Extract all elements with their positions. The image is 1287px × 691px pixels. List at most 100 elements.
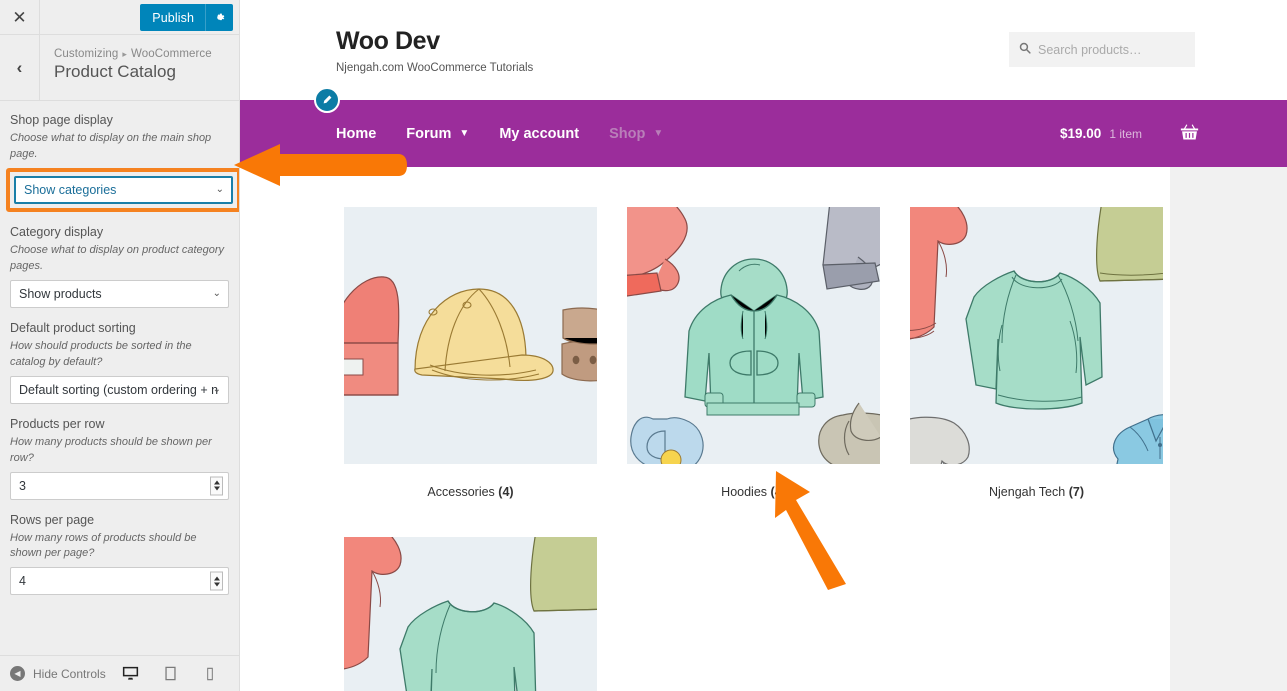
tablet-preview-icon[interactable] (157, 661, 183, 687)
products-per-row-input[interactable]: 3 (10, 471, 229, 500)
shop-content-area: Accessories (4) Hoodies (4) Njengah Tech… (240, 167, 1170, 691)
search-icon (1019, 42, 1031, 57)
rows-per-page-input[interactable]: 4 (10, 567, 229, 596)
site-preview-frame: Woo Dev Njengah.com WooCommerce Tutorial… (240, 0, 1287, 691)
page-title: Product Catalog (54, 62, 176, 81)
chevron-down-icon: ▼ (653, 128, 664, 139)
control-products-per-row: Products per row How many products shoul… (10, 417, 229, 500)
back-chevron-icon[interactable]: ‹ (0, 35, 40, 100)
hide-controls-label: Hide Controls (33, 666, 106, 681)
number-value: 4 (19, 574, 26, 589)
site-header: Woo Dev Njengah.com WooCommerce Tutorial… (240, 0, 1287, 100)
default-product-sorting-select[interactable]: Default sorting (custom ordering + n ⌄ (10, 375, 229, 404)
breadcrumb-root: Customizing (54, 48, 119, 60)
customizer-panel-header: ‹ Customizing ▸ WooCommerce Product Catalo… (0, 35, 239, 101)
category-card-accessories[interactable]: Accessories (4) (344, 207, 597, 499)
control-description: How many products should be shown per ro… (10, 435, 212, 464)
cart-item-count: 1 item (1109, 127, 1142, 141)
chevron-down-icon: ⌄ (212, 287, 221, 299)
category-count: (4) (498, 485, 514, 499)
rows-per-page-stepper[interactable] (210, 571, 223, 591)
primary-navigation-bar: Home Forum ▼ My account Shop ▼ $19.00 1 … (240, 87, 1287, 167)
breadcrumb-separator-icon: ▸ (122, 49, 127, 59)
site-branding: Woo Dev Njengah.com WooCommerce Tutorial… (240, 0, 533, 74)
close-icon[interactable]: ✕ (0, 0, 40, 34)
control-label: Default product sorting (10, 320, 136, 335)
category-name: Hoodies (721, 485, 768, 499)
nav-item-label: Home (336, 125, 377, 142)
control-label: Shop page display (10, 113, 113, 127)
gear-icon[interactable] (205, 4, 233, 31)
hoodies-illustration (627, 207, 880, 464)
nav-item-my-account[interactable]: My account (499, 126, 579, 142)
control-label: Category display (10, 224, 104, 239)
select-value: Show categories (24, 182, 117, 197)
nav-menu: Home Forum ▼ My account Shop ▼ (240, 126, 663, 142)
hats-and-belts-illustration (344, 207, 597, 464)
collapse-arrow-icon: ◀ (10, 666, 25, 681)
customizer-controls: Shop page display Choose what to display… (0, 101, 239, 655)
chevron-down-icon: ⌄ (212, 383, 221, 395)
customizer-topbar: ✕ Publish (0, 0, 239, 35)
category-display-select[interactable]: Show products ⌄ (10, 279, 229, 308)
site-tagline: Njengah.com WooCommerce Tutorials (336, 62, 534, 74)
nav-item-home[interactable]: Home (336, 126, 376, 142)
device-preview-switcher (117, 661, 229, 691)
desktop-preview-icon[interactable] (117, 661, 143, 691)
control-description: How should products be sorted in the cat… (10, 339, 192, 368)
category-card-hoodies[interactable]: Hoodies (4) (627, 207, 880, 499)
customizer-sidebar: ✕ Publish ‹ Customizing ▸ WooCommerce Prod… (0, 0, 240, 691)
breadcrumb-section: WooCommerce (131, 48, 212, 60)
search-input-placeholder: Search products… (1038, 42, 1142, 57)
cart-amount: $19.00 (1060, 126, 1102, 141)
category-count: (7) (1068, 485, 1084, 499)
mobile-preview-icon[interactable] (197, 661, 223, 687)
select-value: Default sorting (custom ordering + n (19, 382, 219, 397)
control-label: Products per row (10, 416, 105, 431)
category-count: (4) (770, 485, 786, 499)
chevron-down-icon: ▼ (459, 128, 470, 139)
control-description: Choose what to display on product catego… (10, 243, 225, 272)
hide-controls-button[interactable]: ◀ Hide Controls (10, 666, 106, 681)
category-card-partial[interactable] (344, 537, 597, 691)
number-value: 3 (19, 478, 26, 493)
shirts-illustration (910, 207, 1163, 464)
product-search-box[interactable]: Search products… (1009, 32, 1195, 67)
products-per-row-stepper[interactable] (210, 476, 223, 495)
control-category-display: Category display Choose what to display … (10, 225, 229, 308)
category-name: Accessories (427, 485, 495, 499)
control-shop-page-display: Shop page display Choose what to display… (6, 113, 239, 212)
control-label: Rows per page (10, 512, 95, 527)
nav-item-label: My account (499, 125, 580, 142)
select-value: Show products (19, 286, 102, 301)
breadcrumb: Customizing ▸ WooCommerce (54, 48, 212, 60)
customizer-screen: ✕ Publish ‹ Customizing ▸ WooCommerce Prod… (0, 0, 1287, 691)
publish-button[interactable]: Publish (140, 4, 233, 31)
site-title[interactable]: Woo Dev (336, 27, 533, 56)
publish-button-label: Publish (152, 10, 194, 25)
category-label: Accessories (4) (344, 485, 597, 499)
cart-summary[interactable]: $19.00 1 item (1060, 126, 1142, 141)
control-rows-per-page: Rows per page How many rows of products … (10, 513, 229, 596)
shop-page-display-highlight-box: Show categories ⌄ (6, 167, 239, 212)
panel-header-text: Customizing ▸ WooCommerce Product Catalog (40, 35, 212, 100)
category-card-njengah-tech[interactable]: Njengah Tech (7) (910, 207, 1163, 499)
category-label: Hoodies (4) (627, 485, 880, 499)
control-default-product-sorting: Default product sorting How should produ… (10, 321, 229, 404)
basket-icon[interactable] (1180, 123, 1199, 144)
customizer-footer: ◀ Hide Controls (0, 655, 239, 691)
nav-item-label: Forum (406, 125, 452, 142)
shirts-illustration-partial (344, 537, 597, 691)
nav-item-forum[interactable]: Forum ▼ (406, 126, 469, 142)
nav-item-shop[interactable]: Shop ▼ (609, 126, 663, 142)
cart-area: $19.00 1 item (1060, 123, 1287, 144)
category-label: Njengah Tech (7) (910, 485, 1163, 499)
category-grid: Accessories (4) Hoodies (4) Njengah Tech… (240, 207, 1170, 691)
chevron-down-icon: ⌄ (215, 183, 224, 195)
shop-page-display-select[interactable]: Show categories ⌄ (14, 175, 233, 204)
nav-item-label: Shop (609, 125, 646, 142)
category-name: Njengah Tech (989, 485, 1066, 499)
pencil-edit-icon[interactable] (314, 87, 340, 113)
control-description: Choose what to display on the main shop … (10, 132, 212, 160)
